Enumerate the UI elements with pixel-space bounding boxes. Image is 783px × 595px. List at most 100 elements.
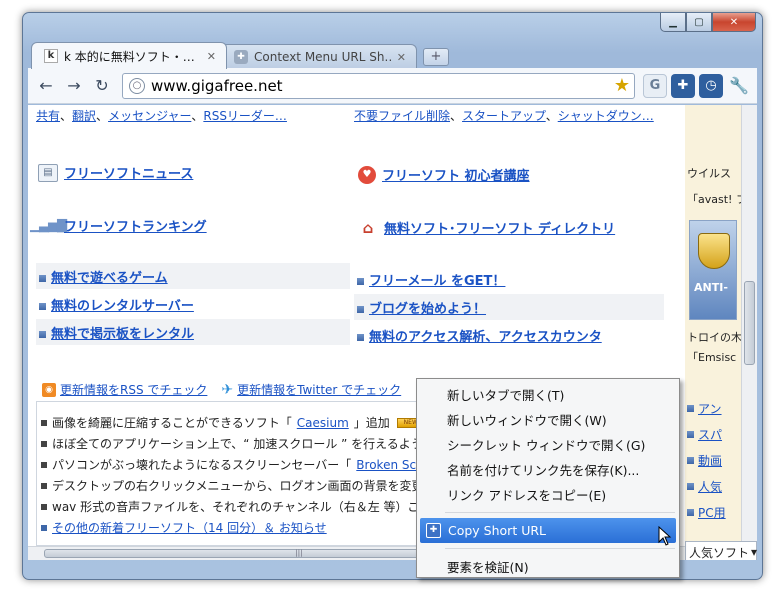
list-item[interactable]: 無料のアクセス解析、アクセスカウンタ: [354, 322, 668, 348]
bullet-icon: [41, 440, 47, 447]
url-text[interactable]: www.gigafree.net: [151, 77, 608, 95]
minimize-icon[interactable]: ▁: [660, 13, 686, 32]
context-menu: 新しいタブで開く(T) 新しいウィンドウで開く(W) シークレット ウィンドウで…: [416, 378, 680, 578]
menu-item-save-link[interactable]: 名前を付けてリンク先を保存(K)...: [419, 457, 677, 482]
menu-item-copy-short-url[interactable]: ✚ Copy Short URL: [420, 518, 676, 543]
list-item[interactable]: スパ: [685, 421, 741, 447]
tab-close-icon[interactable]: ✕: [207, 50, 216, 63]
clock-extension-icon[interactable]: ◷: [699, 73, 723, 98]
side-link[interactable]: 動画: [698, 452, 722, 469]
link-rental-bbs[interactable]: 無料で掲示板をレンタル: [51, 323, 194, 342]
link-check-twitter[interactable]: 更新情報をTwitter でチェック: [237, 381, 401, 398]
link-check-rss[interactable]: 更新情報をRSS でチェック: [60, 381, 207, 398]
news-text: wav 形式の音声ファイルを、それぞれのチャンネル（右＆左 等）ご: [52, 500, 420, 514]
shield-icon: [698, 233, 730, 269]
forward-icon[interactable]: →: [62, 74, 86, 98]
menu-item-copy-link[interactable]: リンク アドレスをコピー(E): [419, 482, 677, 507]
link-rental-server[interactable]: 無料のレンタルサーバー: [51, 295, 194, 314]
list-item[interactable]: アン: [685, 395, 741, 421]
tab-context-menu-url[interactable]: ✚ Context Menu URL Sh… ✕: [221, 44, 417, 69]
bullet-icon: [687, 482, 694, 490]
section-news-link[interactable]: フリーソフトニュース: [64, 163, 193, 182]
section-directory-link[interactable]: 無料ソフト･フリーソフト ディレクトリ: [384, 218, 615, 237]
link-more-news[interactable]: その他の新着フリーソフト（14 回分）＆ お知らせ: [52, 519, 327, 536]
section-beginner[interactable]: ♥ フリーソフト 初心者講座: [358, 165, 530, 184]
google-extension-icon[interactable]: G: [643, 73, 667, 98]
antivirus-ad-banner[interactable]: ANTI-: [689, 220, 737, 320]
address-bar[interactable]: ○ www.gigafree.net ★: [122, 72, 635, 99]
list-item[interactable]: PC用: [685, 499, 741, 525]
bullet-icon: [357, 305, 364, 313]
tab-strip: k k 本的に無料ソフト・… ✕ ✚ Context Menu URL Sh… …: [31, 41, 449, 69]
menu-item-label: Copy Short URL: [448, 523, 546, 538]
link-shutdown[interactable]: シャットダウン…: [558, 109, 654, 123]
menu-item-inspect-element[interactable]: 要素を検証(N): [419, 554, 677, 579]
bullet-icon: [41, 524, 47, 531]
bullet-icon: [357, 277, 364, 285]
tab-gigafree[interactable]: k k 本的に無料ソフト・… ✕: [31, 42, 227, 69]
vertical-scrollbar[interactable]: [741, 105, 757, 560]
puzzle-extension-icon[interactable]: ✚: [671, 73, 695, 98]
house-icon: ⌂: [362, 218, 374, 237]
menu-item-open-new-tab[interactable]: 新しいタブで開く(T): [419, 382, 677, 407]
bullet-icon: [357, 333, 364, 341]
new-tab-button[interactable]: +: [423, 48, 449, 66]
menu-separator: [445, 548, 675, 549]
page-icon: ○: [129, 77, 145, 94]
side-text: 「Emsisc: [687, 351, 737, 364]
bullet-icon: [687, 404, 694, 412]
side-text: トロイの木: [687, 331, 741, 344]
vertical-scroll-thumb[interactable]: [744, 281, 755, 365]
bookmark-star-icon[interactable]: ★: [614, 75, 630, 96]
link-access-analysis[interactable]: 無料のアクセス解析、アクセスカウンタ: [369, 326, 602, 345]
link-free-mail[interactable]: フリーメール をGET！: [369, 270, 505, 289]
list-item[interactable]: 無料で遊べるゲーム: [36, 263, 350, 289]
section-ranking-link[interactable]: フリーソフトランキング: [64, 216, 207, 235]
section-news[interactable]: ▤ フリーソフトニュース: [38, 163, 193, 182]
link-translate[interactable]: 翻訳: [72, 109, 96, 123]
menu-item-open-new-window[interactable]: 新しいウィンドウで開く(W): [419, 407, 677, 432]
twitter-bird-icon: ✈: [221, 381, 234, 398]
list-item[interactable]: 無料で掲示板をレンタル: [36, 319, 350, 345]
link-rss-reader[interactable]: RSSリーダー…: [203, 109, 287, 123]
link-cleanup[interactable]: 不要ファイル削除: [354, 109, 450, 123]
maximize-icon[interactable]: ▢: [686, 13, 712, 32]
section-ranking[interactable]: ▁▃▅▇ フリーソフトランキング: [30, 216, 207, 235]
link-free-games[interactable]: 無料で遊べるゲーム: [51, 267, 168, 286]
side-link[interactable]: アン: [698, 400, 722, 417]
bullet-icon: [39, 302, 46, 310]
section-beginner-link[interactable]: フリーソフト 初心者講座: [382, 165, 530, 184]
close-window-icon[interactable]: ✕: [712, 13, 756, 32]
list-item[interactable]: 無料のレンタルサーバー: [36, 291, 350, 317]
chevron-down-icon: ▾: [751, 545, 757, 559]
side-text: ウイルス: [687, 167, 731, 180]
tab-label: k 本的に無料ソフト・…: [64, 49, 195, 64]
news-link[interactable]: Caesium: [297, 416, 349, 430]
rss-icon: ◉: [42, 382, 56, 397]
news-text: 画像を綺麗に圧縮することができるソフト「: [52, 416, 292, 430]
side-link[interactable]: スパ: [698, 426, 722, 443]
list-item[interactable]: ブログを始めよう！: [354, 294, 664, 320]
tab-close-icon[interactable]: ✕: [397, 51, 406, 64]
side-link[interactable]: 人気: [698, 478, 722, 495]
reload-icon[interactable]: ↻: [90, 74, 114, 98]
list-item[interactable]: 動画: [685, 447, 741, 473]
wrench-icon[interactable]: 🔧: [727, 74, 751, 98]
bullet-icon: [41, 503, 47, 510]
section-directory[interactable]: ⌂ 無料ソフト･フリーソフト ディレクトリ: [358, 218, 616, 238]
bullet-icon: [39, 274, 46, 282]
bullet-icon: [41, 482, 47, 489]
list-item[interactable]: フリーメール をGET！: [354, 266, 668, 292]
side-link[interactable]: PC用: [698, 504, 726, 521]
link-share[interactable]: 共有: [36, 109, 60, 123]
list-item[interactable]: 人気: [685, 473, 741, 499]
menu-item-open-incognito[interactable]: シークレット ウィンドウで開く(G): [419, 432, 677, 457]
link-startup[interactable]: スタートアップ: [462, 109, 546, 123]
link-messenger[interactable]: メッセンジャー: [108, 109, 191, 123]
popular-software-dropdown[interactable]: 人気ソフト ▾: [685, 541, 757, 560]
site-favicon-icon: k: [44, 49, 58, 63]
news-text: ほぼ全てのアプリケーション上で、“ 加速スクロール ” を行えるように: [52, 437, 435, 451]
news-text-post: 」追加: [353, 416, 390, 430]
link-blog[interactable]: ブログを始めよう！: [369, 298, 486, 317]
back-icon[interactable]: ←: [34, 74, 58, 98]
